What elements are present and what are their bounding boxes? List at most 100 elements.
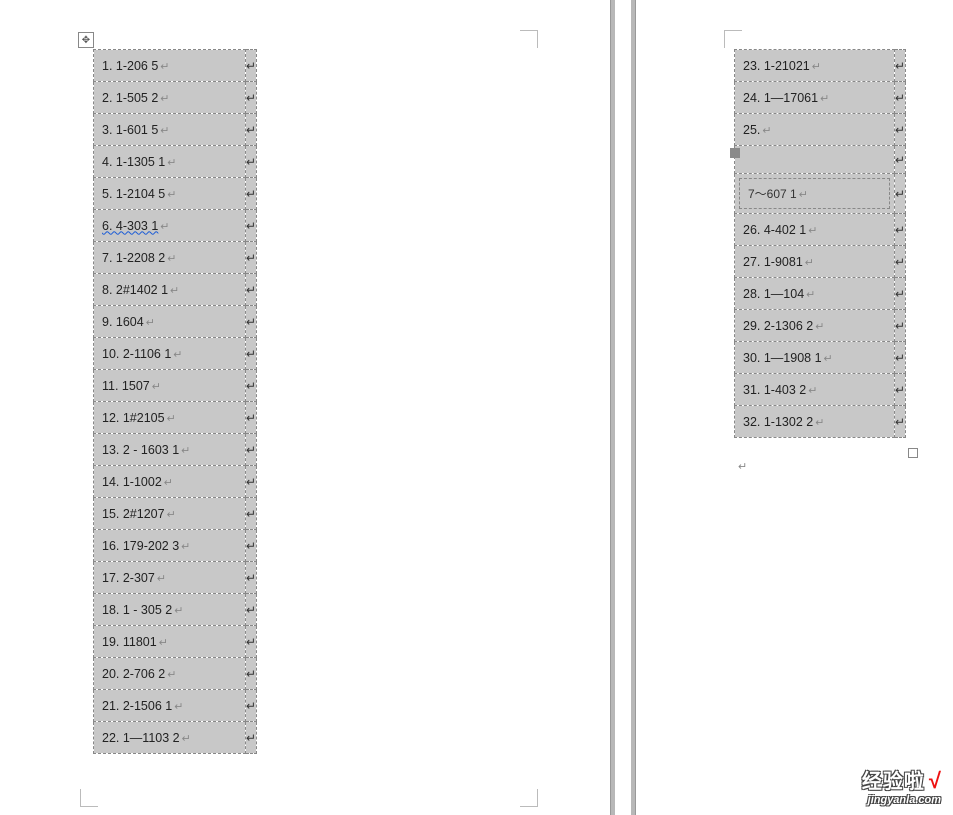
table-row[interactable]: 31. 1-403 2↵↵ (735, 374, 906, 406)
table-cell[interactable]: 23. 1-21021↵ (735, 50, 895, 82)
table-cell-empty[interactable]: ↵ (895, 146, 906, 174)
table-cell[interactable]: 13. 2 - 1603 1↵ (94, 434, 246, 466)
table-left[interactable]: 1. 1-206 5↵↵2. 1-505 2↵↵3. 1-601 5↵↵4. 1… (93, 49, 257, 754)
table-row[interactable]: 25. ↵↵ (735, 114, 906, 146)
table-cell[interactable]: 31. 1-403 2↵ (735, 374, 895, 406)
table-cell-empty[interactable]: ↵ (246, 306, 257, 338)
table-cell-empty[interactable]: ↵ (895, 114, 906, 146)
table-cell[interactable]: 19. 11801 ↵ (94, 626, 246, 658)
table-row[interactable]: 3. 1-601 5↵↵ (94, 114, 257, 146)
table-row[interactable]: 8. 2#1402 1↵↵ (94, 274, 257, 306)
table-cell[interactable]: 25. ↵ (735, 114, 895, 146)
table-cell-empty[interactable]: ↵ (246, 466, 257, 498)
table-cell-empty[interactable]: ↵ (246, 370, 257, 402)
table-cell-empty[interactable]: ↵ (895, 278, 906, 310)
table-row[interactable]: 5. 1-2104 5↵↵ (94, 178, 257, 210)
table-row[interactable]: 23. 1-21021↵↵ (735, 50, 906, 82)
table-cell-empty[interactable]: ↵ (246, 562, 257, 594)
table-row[interactable]: 26. 4-402 1↵↵ (735, 214, 906, 246)
table-cell-empty[interactable]: ↵ (895, 374, 906, 406)
table-row[interactable]: 24. 1—17061↵↵ (735, 82, 906, 114)
table-row[interactable]: 14. 1-1002 ↵↵ (94, 466, 257, 498)
nested-cell[interactable]: 7～607 1↵ (739, 178, 890, 209)
table-row[interactable]: 29. 2-1306 2↵↵ (735, 310, 906, 342)
table-cell[interactable] (735, 146, 895, 174)
table-cell-empty[interactable]: ↵ (246, 530, 257, 562)
table-cell[interactable]: 29. 2-1306 2↵ (735, 310, 895, 342)
table-cell-empty[interactable]: ↵ (895, 406, 906, 438)
table-cell[interactable]: 22. 1—1103 2↵ (94, 722, 246, 754)
table-cell[interactable]: 12. 1#2105 ↵ (94, 402, 246, 434)
table-row[interactable]: 27. 1-9081↵↵ (735, 246, 906, 278)
table-row[interactable]: 6. 4-303 1↵↵ (94, 210, 257, 242)
table-cell-empty[interactable]: ↵ (246, 338, 257, 370)
table-move-handle[interactable]: ✥ (78, 32, 94, 48)
table-cell[interactable]: 4. 1-1305 1↵ (94, 146, 246, 178)
table-row[interactable]: 7～607 1↵↵ (735, 174, 906, 214)
table-cell-empty[interactable]: ↵ (246, 722, 257, 754)
table-cell[interactable]: 6. 4-303 1↵ (94, 210, 246, 242)
table-cell-empty[interactable]: ↵ (246, 626, 257, 658)
table-row[interactable]: 22. 1—1103 2↵↵ (94, 722, 257, 754)
table-cell[interactable]: 1. 1-206 5↵ (94, 50, 246, 82)
table-cell[interactable]: 26. 4-402 1↵ (735, 214, 895, 246)
table-cell[interactable]: 24. 1—17061↵ (735, 82, 895, 114)
table-cell-empty[interactable]: ↵ (895, 82, 906, 114)
table-right[interactable]: 23. 1-21021↵↵24. 1—17061↵↵25. ↵↵↵7～607 1… (734, 49, 906, 438)
table-cell-empty[interactable]: ↵ (246, 594, 257, 626)
table-row[interactable]: 9. 1604 ↵↵ (94, 306, 257, 338)
table-cell-empty[interactable]: ↵ (246, 690, 257, 722)
table-cell[interactable]: 11. 1507 ↵ (94, 370, 246, 402)
table-cell[interactable]: 5. 1-2104 5↵ (94, 178, 246, 210)
table-cell[interactable]: 28. 1—104 ↵ (735, 278, 895, 310)
table-cell[interactable]: 18. 1 - 305 2↵ (94, 594, 246, 626)
table-resize-handle[interactable] (908, 448, 918, 458)
table-row[interactable]: 18. 1 - 305 2↵↵ (94, 594, 257, 626)
table-cell-empty[interactable]: ↵ (895, 214, 906, 246)
table-cell[interactable]: 32. 1-1302 2↵ (735, 406, 895, 438)
table-cell[interactable]: 16. 179-202 3↵ (94, 530, 246, 562)
table-row[interactable]: 13. 2 - 1603 1↵↵ (94, 434, 257, 466)
table-row[interactable]: 32. 1-1302 2↵↵ (735, 406, 906, 438)
table-cell-empty[interactable]: ↵ (895, 246, 906, 278)
table-row[interactable]: 7. 1-2208 2↵↵ (94, 242, 257, 274)
table-cell[interactable]: 27. 1-9081↵ (735, 246, 895, 278)
table-cell[interactable]: 7. 1-2208 2↵ (94, 242, 246, 274)
table-cell[interactable]: 30. 1—1908 1↵ (735, 342, 895, 374)
table-row[interactable]: 21. 2-1506 1↵↵ (94, 690, 257, 722)
table-cell-empty[interactable]: ↵ (246, 498, 257, 530)
table-cell[interactable]: 14. 1-1002 ↵ (94, 466, 246, 498)
table-cell-empty[interactable]: ↵ (246, 210, 257, 242)
table-cell-empty[interactable]: ↵ (246, 402, 257, 434)
table-row[interactable]: 12. 1#2105 ↵↵ (94, 402, 257, 434)
table-cell-empty[interactable]: ↵ (895, 50, 906, 82)
table-row[interactable]: 2. 1-505 2↵↵ (94, 82, 257, 114)
table-cell[interactable]: 15. 2#1207 ↵ (94, 498, 246, 530)
table-cell-empty[interactable]: ↵ (895, 174, 906, 214)
table-cell-empty[interactable]: ↵ (246, 178, 257, 210)
table-cell[interactable]: 21. 2-1506 1↵ (94, 690, 246, 722)
table-cell[interactable]: 7～607 1↵ (735, 174, 895, 214)
table-row[interactable]: 11. 1507 ↵↵ (94, 370, 257, 402)
table-cell-empty[interactable]: ↵ (246, 50, 257, 82)
table-row[interactable]: 15. 2#1207 ↵↵ (94, 498, 257, 530)
table-cell[interactable]: 10. 2-1106 1↵ (94, 338, 246, 370)
table-cell-empty[interactable]: ↵ (895, 342, 906, 374)
table-cell[interactable]: 20. 2-706 2↵ (94, 658, 246, 690)
table-cell[interactable]: 17. 2-307 ↵ (94, 562, 246, 594)
table-cell-empty[interactable]: ↵ (246, 274, 257, 306)
table-row[interactable]: 17. 2-307 ↵↵ (94, 562, 257, 594)
table-row[interactable]: 19. 11801 ↵↵ (94, 626, 257, 658)
table-row[interactable]: 20. 2-706 2↵↵ (94, 658, 257, 690)
table-row[interactable]: 30. 1—1908 1↵↵ (735, 342, 906, 374)
table-cell[interactable]: 9. 1604 ↵ (94, 306, 246, 338)
table-cell-empty[interactable]: ↵ (246, 146, 257, 178)
table-row[interactable]: 28. 1—104 ↵↵ (735, 278, 906, 310)
table-cell-empty[interactable]: ↵ (246, 434, 257, 466)
table-cell[interactable]: 2. 1-505 2↵ (94, 82, 246, 114)
table-row[interactable]: 1. 1-206 5↵↵ (94, 50, 257, 82)
table-row[interactable]: 10. 2-1106 1↵↵ (94, 338, 257, 370)
table-cell-empty[interactable]: ↵ (246, 82, 257, 114)
table-cell-empty[interactable]: ↵ (246, 242, 257, 274)
table-row[interactable]: 4. 1-1305 1↵↵ (94, 146, 257, 178)
